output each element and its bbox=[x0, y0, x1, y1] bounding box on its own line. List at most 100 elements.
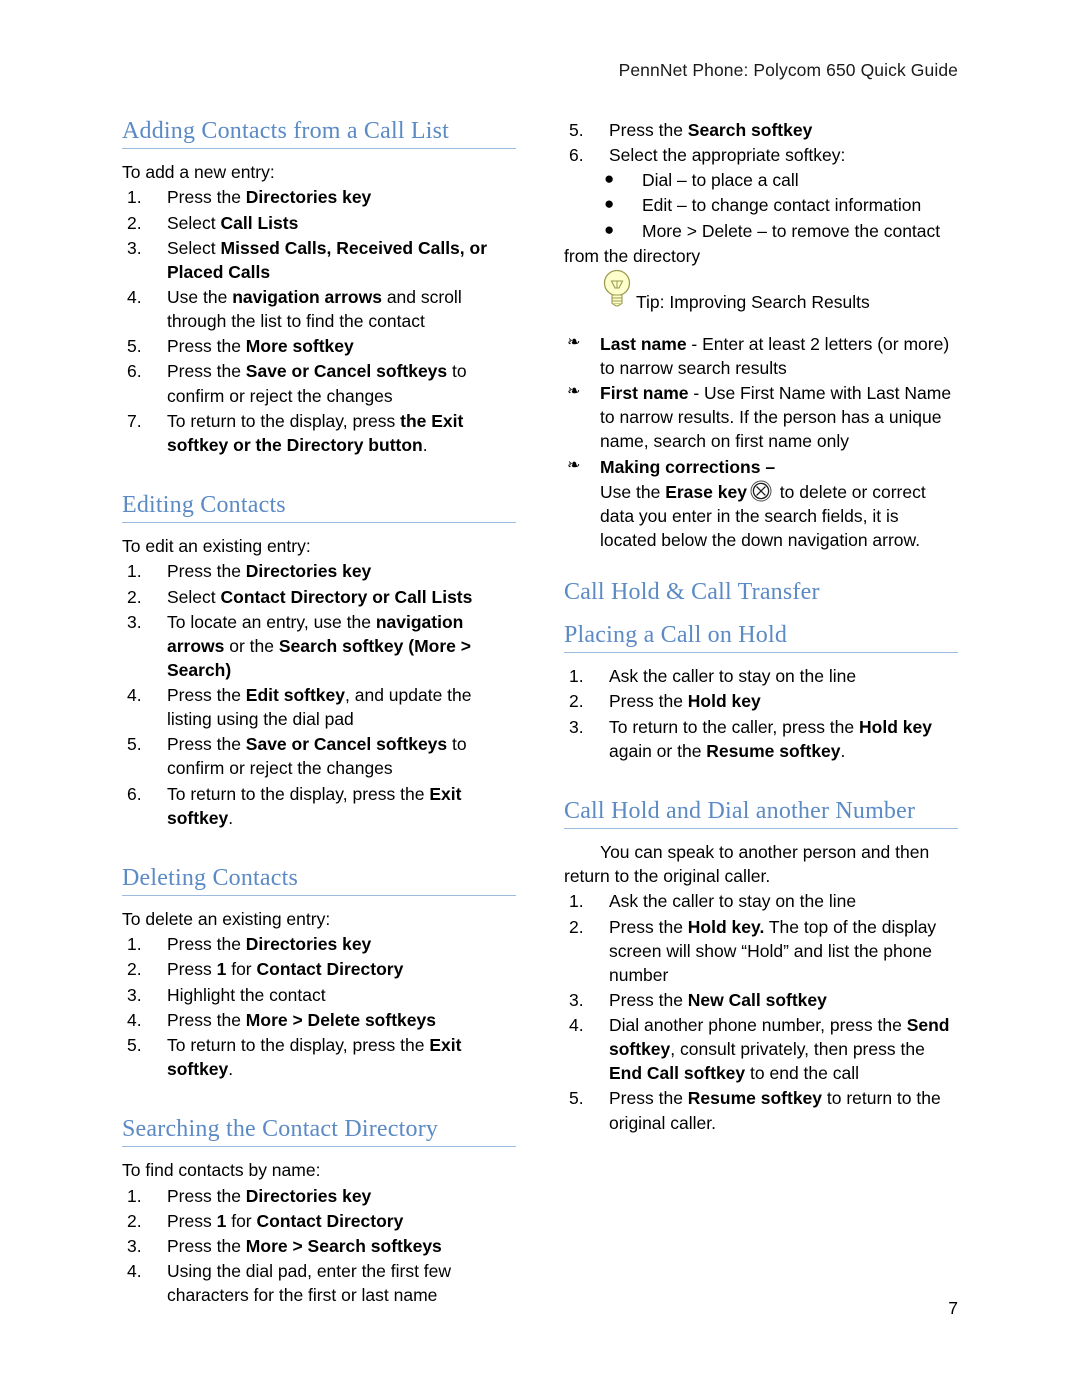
left-column: Adding Contacts from a Call List To add … bbox=[122, 118, 516, 1308]
steps-list: 1. Ask the caller to stay on the line 2. Pr… bbox=[564, 889, 958, 1134]
list-item-text: Press the More > Delete softkeys bbox=[167, 1009, 436, 1030]
section-intro: To edit an existing entry: bbox=[122, 536, 311, 557]
section-heading: Placing a Call on Hold bbox=[564, 621, 788, 648]
list-item-text: To return to the display, press the Exit… bbox=[167, 783, 462, 828]
diamond-bullet-icon: ❧ bbox=[567, 333, 581, 351]
steps-list: 1. Press the Directories key 2. Press 1 for… bbox=[122, 932, 516, 1081]
section-adding-contacts: Adding Contacts from a Call List To add … bbox=[122, 118, 516, 457]
section-intro: To delete an existing entry: bbox=[122, 909, 331, 930]
list-item: 2. Press the Hold key. The top of the dis… bbox=[564, 915, 958, 987]
list-item-text: Press the Directories key bbox=[167, 1185, 372, 1206]
list-item: 2. Select Call Lists bbox=[122, 211, 516, 235]
two-column-body: Adding Contacts from a Call List To add … bbox=[122, 118, 958, 1308]
list-item: 6. Select the appropriate softkey: bbox=[564, 143, 958, 167]
corrections-bold: Erase key bbox=[665, 481, 747, 502]
diamond-bullet-icon: ❧ bbox=[567, 456, 581, 474]
list-item: ❧ First name - Use First Name with Last N… bbox=[564, 381, 958, 453]
list-item-text: Last name - Enter at least 2 letters (or… bbox=[600, 333, 950, 378]
list-item-text: To return to the display, press the Exit… bbox=[167, 410, 464, 455]
list-item-text: Ask the caller to stay on the line bbox=[609, 891, 857, 912]
list-item-text: Press the More > Search softkeys bbox=[167, 1235, 442, 1256]
list-item: ● More > Delete – to remove the contact bbox=[564, 219, 958, 243]
list-item-text: Dial another phone number, press the Sen… bbox=[609, 1015, 950, 1084]
list-item-number: 3. bbox=[127, 611, 142, 632]
list-item-number: 2. bbox=[127, 959, 142, 980]
section-call-hold-dial-another-number: Call Hold and Dial another Number You ca… bbox=[564, 798, 958, 1135]
list-item-text: Press the Hold key. The top of the displ… bbox=[609, 916, 937, 985]
list-item: 2. Press the Hold key bbox=[564, 689, 958, 713]
list-item-text: Ask the caller to stay on the line bbox=[609, 666, 857, 687]
list-item: 4. Using the dial pad, enter the first fe… bbox=[122, 1259, 516, 1307]
list-item: 1. Ask the caller to stay on the line bbox=[564, 664, 958, 688]
list-item-number: 3. bbox=[127, 237, 142, 258]
list-item-number: 6. bbox=[127, 783, 142, 804]
section-intro: To find contacts by name: bbox=[122, 1160, 321, 1181]
section-heading: Deleting Contacts bbox=[122, 864, 299, 891]
heading-rule bbox=[122, 1146, 516, 1148]
list-item: 6. Press the Save or Cancel softkeys to c… bbox=[122, 359, 516, 407]
page-number: 7 bbox=[948, 1298, 958, 1318]
list-item: 4. Press the More > Delete softkeys bbox=[122, 1008, 516, 1032]
list-item-text: Select the appropriate softkey: bbox=[609, 145, 846, 166]
list-item: 1. Press the Directories key bbox=[122, 185, 516, 209]
list-item-number: 2. bbox=[127, 1210, 142, 1231]
list-item-text: Press the Hold key bbox=[609, 691, 761, 712]
corrections-pre: Use the bbox=[600, 481, 666, 502]
lightbulb-icon bbox=[602, 268, 632, 312]
list-item: 1. Press the Directories key bbox=[122, 559, 516, 583]
tip-title: Tip: Improving Search Results bbox=[636, 291, 870, 312]
list-item-number: 7. bbox=[127, 410, 142, 431]
list-item-number: 4. bbox=[569, 1015, 584, 1036]
list-item-number: 2. bbox=[127, 586, 142, 607]
list-item-number: 5. bbox=[569, 1088, 584, 1109]
list-item-number: 3. bbox=[127, 1235, 142, 1256]
right-column: 5. Press the Search softkey 6. Select the a… bbox=[564, 118, 958, 1308]
list-item: 2. Press 1 for Contact Directory bbox=[122, 1209, 516, 1233]
list-item: ● Dial – to place a call bbox=[564, 168, 958, 192]
list-item-text: Dial – to place a call bbox=[642, 170, 799, 191]
list-item: 3. Select Missed Calls, Received Calls, o… bbox=[122, 236, 516, 284]
list-item-text: Press the Save or Cancel softkeys to con… bbox=[167, 734, 467, 779]
softkey-bullets: ● Dial – to place a call ● Edit – to change… bbox=[564, 168, 958, 242]
list-item: 4. Use the navigation arrows and scroll t… bbox=[122, 285, 516, 333]
list-item-number: 1. bbox=[127, 187, 142, 208]
list-item: 5. Press the More softkey bbox=[122, 334, 516, 358]
tip-box: Tip: Improving Search Results ❧ Last name… bbox=[564, 269, 958, 552]
list-item: 1. Press the Directories key bbox=[122, 1184, 516, 1208]
section-heading: Adding Contacts from a Call List bbox=[122, 118, 450, 144]
list-item-text: First name - Use First Name with Last Na… bbox=[600, 383, 952, 452]
steps-list: 1. Press the Directories key 2. Select Cont… bbox=[122, 559, 516, 830]
list-item-text: Making corrections – bbox=[600, 456, 776, 477]
list-item-text: Press the Directories key bbox=[167, 561, 372, 582]
list-item-number: 6. bbox=[127, 361, 142, 382]
list-item-text: More > Delete – to remove the contact bbox=[642, 220, 941, 241]
list-item: 4. Press the Edit softkey, and update the… bbox=[122, 683, 516, 731]
list-item: 5. Press the Save or Cancel softkeys to c… bbox=[122, 732, 516, 780]
list-item-number: 1. bbox=[569, 891, 584, 912]
heading-rule bbox=[564, 651, 958, 654]
list-item: 3. Highlight the contact bbox=[122, 983, 516, 1007]
steps-list: 1. Press the Directories key 2. Press 1 for… bbox=[122, 1184, 516, 1308]
list-item: 3. To locate an entry, use the navigation… bbox=[122, 610, 516, 682]
list-item-text: Highlight the contact bbox=[167, 984, 326, 1005]
tip-header: Tip: Improving Search Results bbox=[564, 269, 958, 332]
tip-items: ❧ Last name - Enter at least 2 letters (o… bbox=[564, 332, 958, 479]
steps-list: 1. Ask the caller to stay on the line 2. Pr… bbox=[564, 664, 958, 763]
list-item: 2. Press 1 for Contact Directory bbox=[122, 957, 516, 981]
list-item: 2. Select Contact Directory or Call Lists bbox=[122, 585, 516, 609]
section-heading: Call Hold and Dial another Number bbox=[564, 797, 916, 824]
list-item-text: Press the New Call softkey bbox=[609, 989, 827, 1010]
list-item-text: Press 1 for Contact Directory bbox=[167, 1210, 404, 1231]
list-item-number: 2. bbox=[569, 916, 584, 937]
list-item-text: Select Call Lists bbox=[167, 212, 299, 233]
list-item-number: 1. bbox=[127, 561, 142, 582]
erase-key-icon bbox=[750, 480, 772, 502]
list-item-number: 1. bbox=[127, 934, 142, 955]
section-heading: Editing Contacts bbox=[122, 491, 286, 518]
steps-list: 1. Press the Directories key 2. Select Call… bbox=[122, 185, 516, 457]
list-item-text: Press the More softkey bbox=[167, 336, 354, 357]
section-editing-contacts: Editing Contacts To edit an existing ent… bbox=[122, 492, 516, 830]
list-item-text: To locate an entry, use the navigation a… bbox=[167, 611, 471, 680]
bullet-dot-icon: ● bbox=[604, 194, 615, 214]
list-item: 1. Ask the caller to stay on the line bbox=[564, 889, 958, 913]
